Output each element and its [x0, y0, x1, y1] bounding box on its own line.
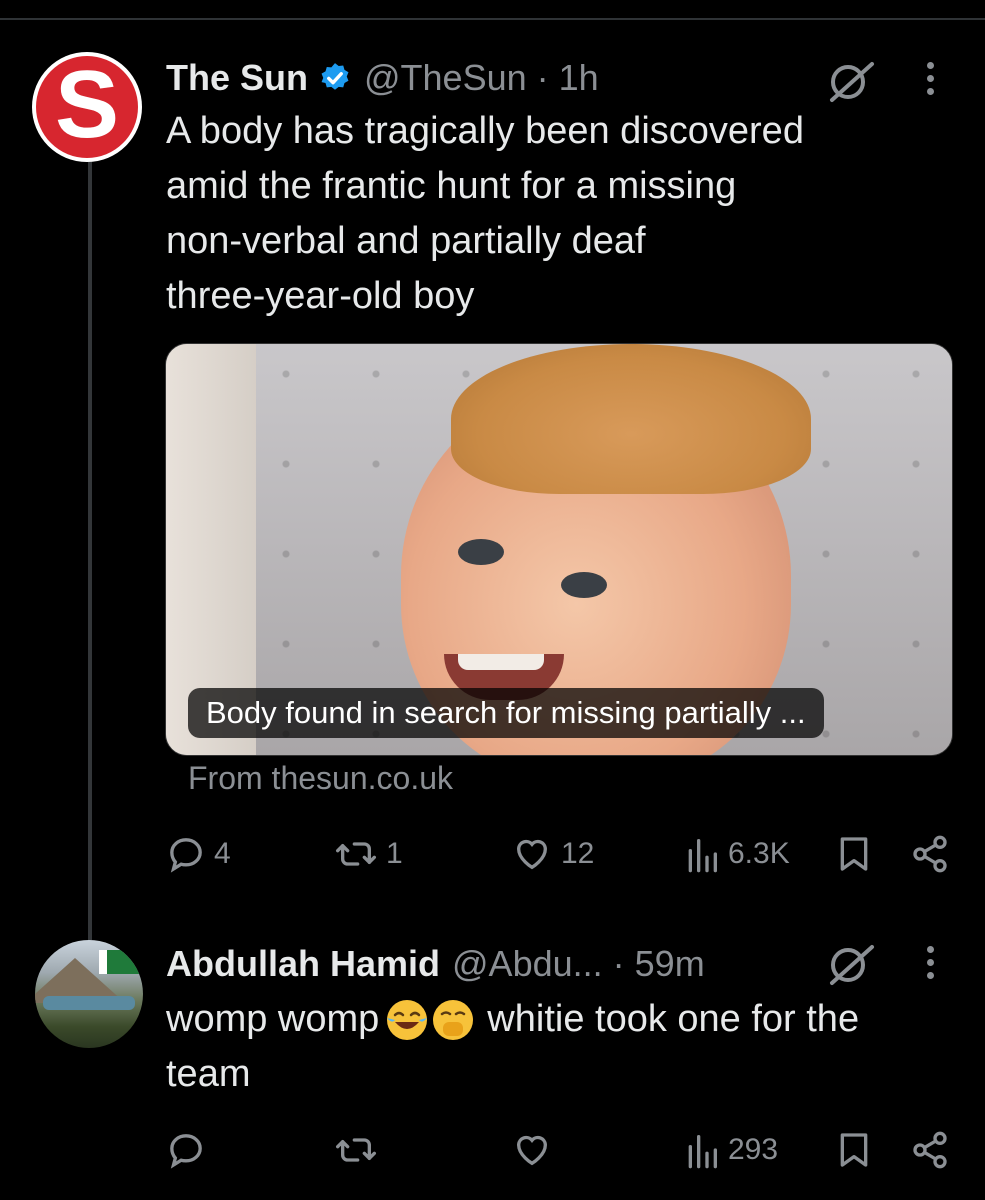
share-button[interactable] [910, 1126, 950, 1174]
more-options-icon[interactable] [925, 946, 935, 979]
card-image-eye [458, 539, 504, 565]
share-button[interactable] [910, 830, 950, 878]
tweet-text-line: amid the frantic hunt for a missing [166, 165, 737, 207]
grok-icon[interactable] [824, 943, 878, 987]
the-sun-logo: S [36, 56, 138, 158]
share-icon [913, 835, 947, 873]
views-chart-icon [688, 1135, 717, 1169]
card-image-eye [561, 572, 607, 598]
abdullah-hamid-avatar[interactable] [35, 940, 143, 1048]
bookmark-icon [840, 1133, 868, 1167]
tweet-text: A body has tragically been discovered am… [166, 104, 804, 324]
author-name[interactable]: The Sun [166, 57, 308, 99]
reply-text-part: womp womp [166, 998, 380, 1040]
tweet-timestamp[interactable]: · 1h [537, 57, 599, 99]
heart-icon [516, 839, 548, 870]
the-sun-logo-letter: S [54, 52, 120, 158]
grok-icon[interactable] [824, 60, 878, 104]
reply-button[interactable]: 4 [166, 830, 231, 878]
reply-author-handle[interactable]: @Abdu... [452, 943, 603, 985]
repost-button[interactable] [334, 1126, 386, 1174]
laughing-tears-emoji-icon [387, 999, 428, 1040]
reply-actions: 293 [166, 1126, 956, 1174]
reply-author-name[interactable]: Abdullah Hamid [166, 943, 440, 985]
hand-over-mouth-emoji-icon [433, 999, 474, 1040]
repost-icon [335, 1138, 376, 1162]
views-button[interactable]: 293 [684, 1126, 778, 1174]
tweet-header: The Sun @TheSun · 1h [166, 56, 599, 100]
reply-icon [170, 1134, 202, 1169]
like-count: 12 [561, 837, 595, 870]
tweet-text-line: A body has tragically been discovered [166, 110, 804, 152]
author-handle[interactable]: @TheSun [364, 57, 527, 99]
card-headline[interactable]: Body found in search for missing partial… [188, 688, 824, 738]
reply-text: womp womp whitie took one for the team [166, 992, 956, 1102]
views-chart-icon [688, 839, 717, 873]
views-count: 293 [728, 1133, 779, 1166]
reply-text-line: team [166, 1053, 251, 1095]
like-button[interactable]: 12 [511, 830, 594, 878]
link-card[interactable]: Body found in search for missing partial… [165, 343, 953, 756]
bookmark-button[interactable] [836, 1126, 872, 1174]
repost-count: 1 [386, 837, 403, 870]
more-options-icon[interactable] [925, 62, 935, 95]
reply-text-line: womp womp whitie took one for the [166, 992, 956, 1047]
reply-icon [170, 838, 202, 873]
card-image-hair [451, 344, 811, 494]
views-button[interactable]: 6.3K [684, 830, 790, 878]
bookmark-icon [840, 837, 868, 871]
reply-count: 4 [214, 837, 231, 870]
top-divider [0, 18, 985, 20]
like-button[interactable] [511, 1126, 561, 1174]
thread-connector-line [88, 158, 92, 940]
reply-timestamp[interactable]: · 59m [613, 943, 705, 985]
verified-badge-icon [321, 63, 349, 90]
the-sun-avatar[interactable]: S [32, 52, 142, 162]
repost-icon [335, 842, 376, 866]
reply-header: Abdullah Hamid @Abdu... · 59m [166, 942, 705, 986]
avatar-flag [99, 950, 141, 974]
reply-button[interactable] [166, 1126, 214, 1174]
heart-icon [516, 1135, 548, 1166]
tweet-text-line: three-year-old boy [166, 275, 475, 317]
repost-button[interactable]: 1 [334, 830, 403, 878]
tweet-actions: 4 1 12 6.3K [166, 830, 956, 878]
card-source[interactable]: From thesun.co.uk [188, 760, 453, 797]
bookmark-button[interactable] [836, 830, 872, 878]
avatar-lake [43, 996, 135, 1010]
views-count: 6.3K [728, 837, 790, 870]
tweet-text-line: non-verbal and partially deaf [166, 220, 646, 262]
share-icon [913, 1131, 947, 1169]
reply-text-part: whitie took one for the [487, 998, 860, 1040]
